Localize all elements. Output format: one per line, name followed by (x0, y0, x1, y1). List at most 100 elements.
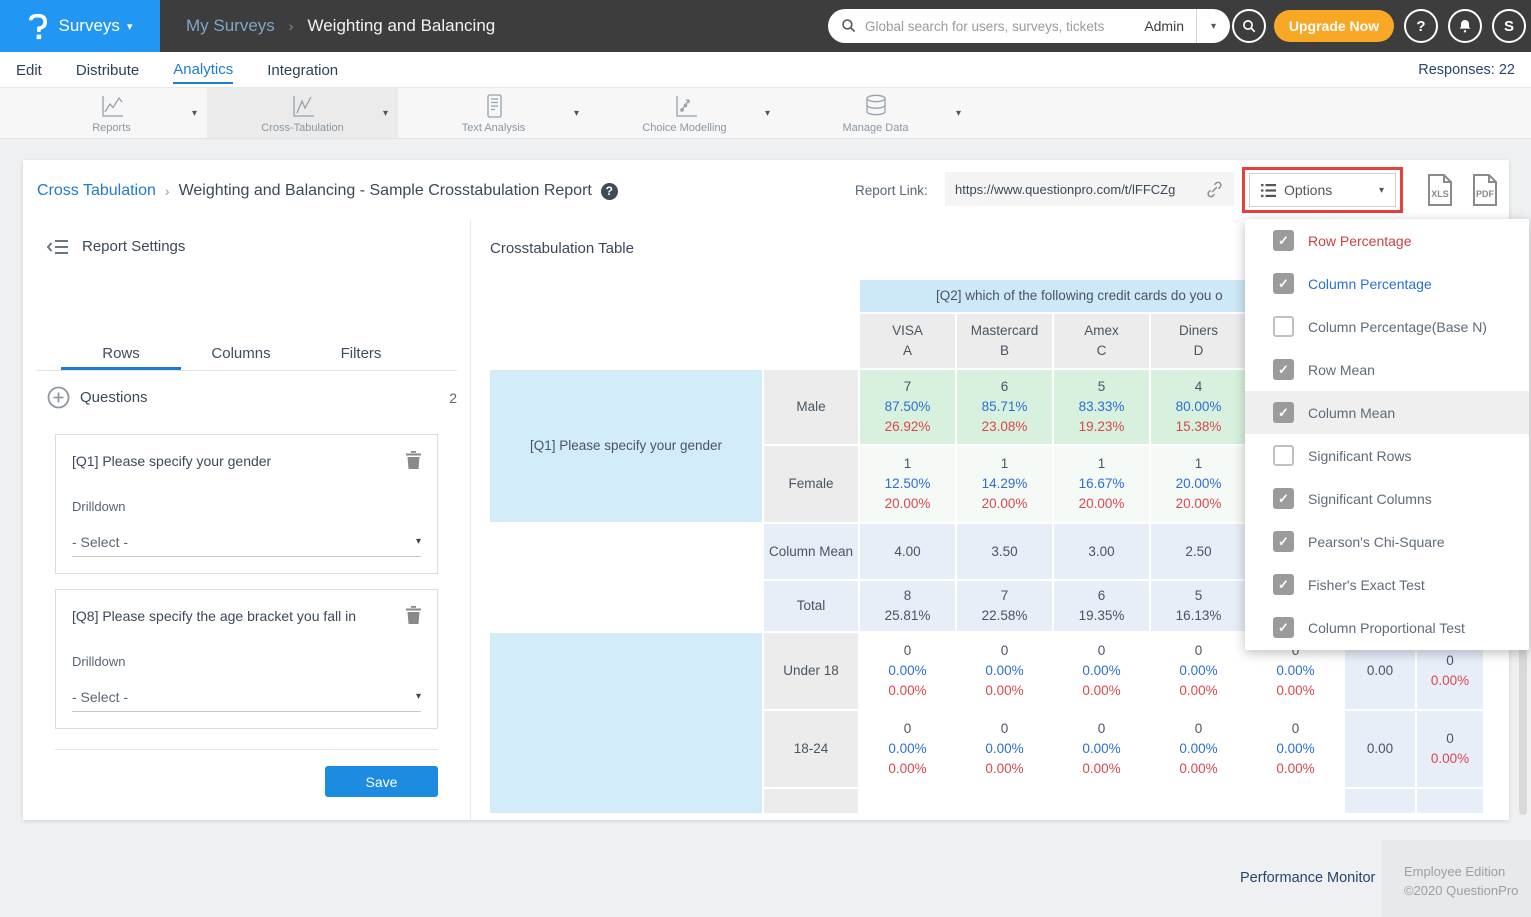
report-link-label: Report Link: (855, 183, 928, 198)
report-settings-panel: Report Settings Rows Columns Filters Que… (23, 220, 471, 820)
cross-tabulation-link[interactable]: Cross Tabulation (37, 182, 156, 200)
delete-question-button[interactable] (406, 606, 421, 629)
checkbox-checked-icon[interactable] (1273, 574, 1294, 595)
questions-count: 2 (449, 390, 457, 406)
question-title: [Q8] Please specify the age bracket you … (72, 608, 393, 624)
checkbox-checked-icon[interactable] (1273, 273, 1294, 294)
column-header: DinersD (1151, 314, 1246, 368)
option-column-percentage-base-n[interactable]: Column Percentage(Base N) (1245, 305, 1529, 348)
tool-text-analysis[interactable]: Text Analysis ▾ (398, 88, 589, 138)
options-label: Options (1284, 182, 1332, 198)
data-cell: 3.00 (1054, 524, 1149, 579)
option-column-proportional-test[interactable]: Column Proportional Test (1245, 606, 1529, 649)
product-switcher[interactable]: Surveys (0, 0, 160, 52)
caret-down-icon[interactable]: ▾ (574, 108, 579, 119)
checkbox-checked-icon[interactable] (1273, 617, 1294, 638)
checkbox-unchecked-icon[interactable] (1273, 316, 1294, 337)
tool-reports[interactable]: Reports ▾ (16, 88, 207, 138)
nav-item-edit[interactable]: Edit (16, 56, 42, 83)
data-cell: 00.00%0.00% (1054, 711, 1149, 787)
data-cell: 00.00%0.00% (860, 633, 955, 709)
checkbox-unchecked-icon[interactable] (1273, 445, 1294, 466)
tab-filters[interactable]: Filters (301, 339, 421, 370)
notifications-button[interactable] (1448, 9, 1482, 43)
tool-manage-data[interactable]: Manage Data ▾ (780, 88, 971, 138)
report-settings-toggle[interactable]: Report Settings (47, 238, 185, 255)
tool-cross-tabulation[interactable]: Cross-Tabulation ▾ (207, 88, 398, 138)
option-column-percentage[interactable]: Column Percentage (1245, 262, 1529, 305)
trash-icon (406, 451, 421, 469)
edition-info: Employee Edition ©2020 QuestionPro (1381, 840, 1531, 917)
export-xls-button[interactable]: XLS (1425, 173, 1455, 212)
checkbox-checked-icon[interactable] (1273, 359, 1294, 380)
report-help-icon[interactable]: ? (601, 183, 618, 200)
help-button[interactable]: ? (1404, 9, 1438, 43)
divider (55, 749, 438, 750)
product-label: Surveys (59, 16, 133, 36)
search-scope-selector[interactable]: Admin (1144, 18, 1184, 34)
copyright: ©2020 QuestionPro (1404, 881, 1531, 900)
checkbox-checked-icon[interactable] (1273, 531, 1294, 552)
checkbox-checked-icon[interactable] (1273, 488, 1294, 509)
data-cell: 0.00 (1345, 711, 1415, 787)
drilldown-select-value: - Select - (72, 534, 128, 550)
save-button[interactable]: Save (325, 766, 438, 797)
question-card-q8: [Q8] Please specify the age bracket you … (55, 589, 438, 729)
options-button[interactable]: Options ▾ (1249, 173, 1396, 207)
option-fishers-exact-test[interactable]: Fisher's Exact Test (1245, 563, 1529, 606)
caret-down-icon: ▾ (1379, 185, 1384, 196)
drilldown-select[interactable]: - Select - ▾ (72, 682, 421, 712)
caret-down-icon[interactable]: ▾ (383, 108, 388, 119)
option-significant-columns[interactable]: Significant Columns (1245, 477, 1529, 520)
data-cell: 00.00%0.00% (957, 633, 1052, 709)
row-question-label-q8 (490, 633, 762, 813)
data-cell: 00.00%0.00% (860, 711, 955, 787)
vertical-scrollbar[interactable] (1519, 640, 1527, 815)
global-search-input[interactable] (865, 19, 1132, 34)
option-row-mean[interactable]: Row Mean (1245, 348, 1529, 391)
survey-nav: Edit Distribute Analytics Integration Re… (0, 52, 1531, 88)
report-url-field[interactable]: https://www.questionpro.com/t/lFFCZg (945, 172, 1234, 206)
search-submit-button[interactable] (1232, 9, 1266, 43)
nav-item-analytics[interactable]: Analytics (173, 55, 233, 84)
option-pearsons-chi-square[interactable]: Pearson's Chi-Square (1245, 520, 1529, 563)
search-icon (841, 18, 857, 34)
drilldown-label: Drilldown (72, 499, 125, 514)
checkbox-checked-icon[interactable] (1273, 402, 1294, 423)
questions-label: Questions (80, 389, 148, 406)
performance-monitor-link[interactable]: Performance Monitor (1240, 870, 1375, 886)
option-column-mean[interactable]: Column Mean (1245, 391, 1529, 434)
cross-tabulation-icon (290, 93, 316, 119)
delete-question-button[interactable] (406, 451, 421, 474)
drilldown-select[interactable]: - Select - ▾ (72, 527, 421, 557)
reports-icon (99, 93, 125, 119)
avatar[interactable]: S (1492, 9, 1526, 43)
data-cell: 685.71%23.08% (957, 370, 1052, 444)
option-row-percentage[interactable]: Row Percentage (1245, 219, 1529, 262)
option-significant-rows[interactable]: Significant Rows (1245, 434, 1529, 477)
link-icon[interactable] (1205, 180, 1224, 199)
tab-columns[interactable]: Columns (181, 339, 301, 370)
report-title: Weighting and Balancing - Sample Crossta… (179, 182, 592, 200)
data-cell: 00.00%0.00% (957, 711, 1052, 787)
chevron-right-icon: › (289, 18, 294, 34)
nav-item-integration[interactable]: Integration (267, 56, 338, 83)
tab-rows[interactable]: Rows (61, 339, 181, 370)
data-cell: 120.00%20.00% (1151, 446, 1246, 522)
chevron-right-icon: › (165, 183, 170, 199)
search-scope-caret-icon[interactable]: ▾ (1197, 21, 1230, 32)
add-question-icon[interactable] (47, 386, 70, 409)
checkbox-checked-icon[interactable] (1273, 230, 1294, 251)
caret-down-icon[interactable]: ▾ (956, 108, 961, 119)
nav-item-distribute[interactable]: Distribute (76, 56, 139, 83)
export-pdf-button[interactable]: PDF (1470, 173, 1500, 212)
breadcrumb-parent-link[interactable]: My Surveys (186, 16, 275, 36)
data-cell: 583.33%19.23% (1054, 370, 1149, 444)
report-settings-title: Report Settings (82, 238, 185, 255)
caret-down-icon[interactable]: ▾ (765, 108, 770, 119)
caret-down-icon[interactable]: ▾ (192, 108, 197, 119)
svg-text:XLS: XLS (1431, 189, 1449, 199)
tool-choice-modelling[interactable]: Choice Modelling ▾ (589, 88, 780, 138)
pdf-file-icon: PDF (1470, 173, 1500, 207)
upgrade-now-button[interactable]: Upgrade Now (1274, 10, 1394, 42)
